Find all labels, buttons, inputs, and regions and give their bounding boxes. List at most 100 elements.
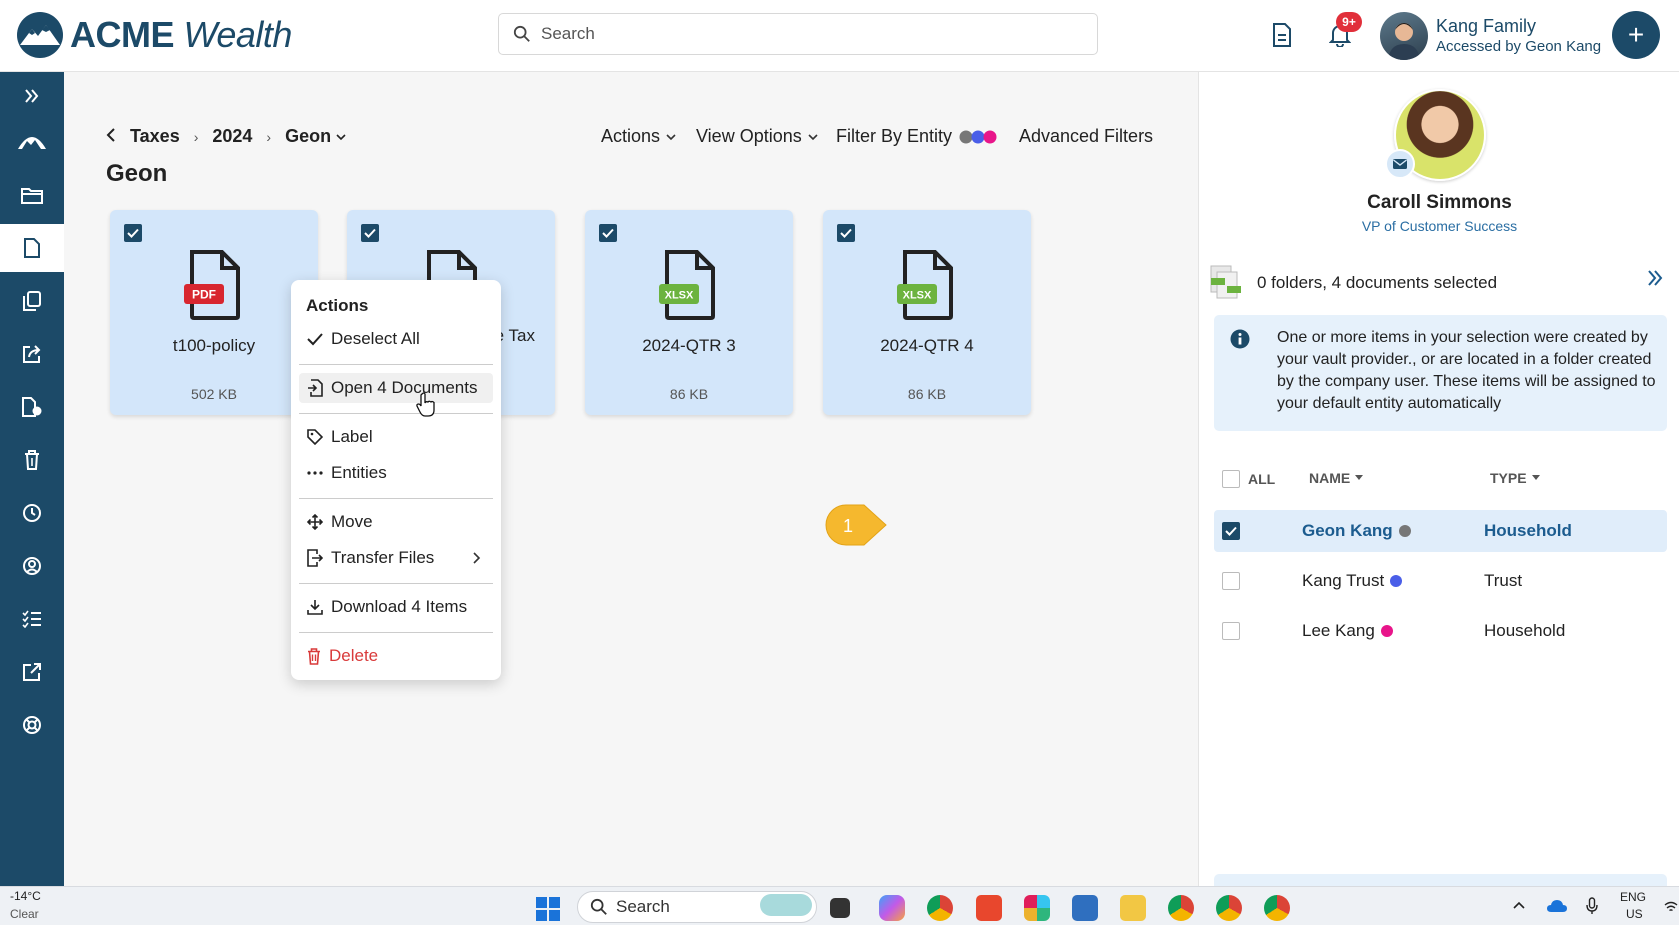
menu-item-delete[interactable]: Delete [299, 641, 493, 671]
entity-name-text: Geon Kang [1302, 521, 1393, 540]
filter-by-entity-button[interactable]: Filter By Entity [836, 126, 1002, 147]
mountain-logo-icon [17, 12, 63, 58]
app-s-red-icon[interactable] [976, 895, 1002, 921]
actions-dropdown[interactable]: Actions [601, 126, 678, 147]
advanced-filters-button[interactable]: Advanced Filters [1019, 126, 1153, 147]
history-icon[interactable] [0, 489, 64, 537]
weather-temperature[interactable]: -14°C [10, 889, 41, 903]
language-indicator[interactable]: ENG [1620, 890, 1646, 904]
entity-type: Household [1484, 621, 1566, 640]
acme-wealth-logo[interactable]: ACME Wealth [16, 12, 292, 58]
breadcrumb-separator-icon: › [266, 128, 272, 145]
document-card[interactable]: PDF t100-policy 502 KB [110, 210, 318, 415]
svg-text:XLSX: XLSX [665, 290, 694, 302]
back-chevron-icon[interactable] [106, 126, 116, 147]
wifi-icon[interactable] [1664, 901, 1678, 913]
col-all-label: ALL [1248, 471, 1276, 487]
menu-divider [299, 583, 493, 584]
menu-item-move[interactable]: Move [299, 507, 493, 537]
onedrive-icon[interactable] [1546, 899, 1568, 913]
entity-row[interactable]: Kang Trust Trust [1214, 560, 1667, 602]
download-icon [307, 600, 323, 615]
breadcrumb-2024[interactable]: 2024 [212, 126, 252, 147]
logo-bold-text: ACME [70, 14, 175, 55]
checkbox-checked[interactable] [837, 224, 855, 242]
add-button[interactable]: + [1612, 11, 1660, 59]
breadcrumb-geon-label: Geon [285, 126, 332, 146]
document-info-icon[interactable] [0, 383, 64, 431]
checkbox-checked[interactable] [361, 224, 379, 242]
move-arrows-icon [307, 514, 323, 530]
entity-row[interactable]: Lee Kang Household [1214, 610, 1667, 652]
weather-condition: Clear [10, 907, 39, 921]
search-input[interactable] [541, 24, 1061, 44]
chrome-icon[interactable] [927, 895, 953, 921]
type-column-header[interactable]: TYPE [1490, 470, 1541, 486]
copy-documents-icon[interactable] [0, 277, 64, 325]
file-explorer-icon[interactable] [1120, 895, 1146, 921]
chrome-profile-icon[interactable] [1168, 895, 1194, 921]
step-number: 1 [843, 516, 853, 536]
checkbox-checked[interactable] [124, 224, 142, 242]
chevron-right-icon [473, 552, 481, 564]
documents-icon[interactable] [1269, 22, 1295, 48]
collapse-panel-icon[interactable] [1645, 268, 1665, 288]
trash-icon[interactable] [0, 436, 64, 484]
multi-file-icon [1210, 265, 1241, 299]
support-icon[interactable] [0, 701, 64, 749]
filter-by-entity-label: Filter By Entity [836, 126, 953, 146]
checkbox-unchecked[interactable] [1222, 622, 1240, 640]
share-icon[interactable] [0, 330, 64, 378]
menu-item-deselect-all[interactable]: Deselect All [299, 324, 493, 354]
home-icon[interactable] [0, 118, 64, 166]
microphone-icon[interactable] [1586, 897, 1598, 915]
entity-row[interactable]: Geon Kang Household [1214, 510, 1667, 552]
breadcrumb-separator-icon: › [193, 128, 199, 145]
menu-item-label[interactable]: Label [299, 422, 493, 452]
checkbox-unchecked[interactable] [1222, 470, 1240, 488]
checkbox-checked[interactable] [599, 224, 617, 242]
windows-start-icon[interactable] [536, 897, 560, 921]
name-column-header[interactable]: NAME [1309, 470, 1364, 486]
slack-icon[interactable] [1024, 895, 1050, 921]
entity-name-text: Kang Trust [1302, 571, 1385, 590]
user-avatar[interactable] [1380, 12, 1428, 60]
entity-type: Household [1484, 521, 1572, 540]
menu-item-transfer-files[interactable]: Transfer Files [299, 543, 493, 573]
mail-icon[interactable] [1385, 149, 1415, 179]
breadcrumb-taxes[interactable]: Taxes [130, 126, 180, 147]
chrome-profile-v-icon[interactable] [1216, 895, 1242, 921]
folders-icon[interactable] [0, 171, 64, 219]
menu-item-download[interactable]: Download 4 Items [299, 592, 493, 622]
checkbox-checked[interactable] [1222, 522, 1240, 540]
search-icon [590, 898, 607, 915]
global-search[interactable] [498, 13, 1098, 55]
documents-main: Taxes › 2024 › Geon Actions View Options… [64, 72, 1198, 886]
menu-item-open-documents[interactable]: Open 4 Documents [299, 373, 493, 403]
view-options-dropdown[interactable]: View Options [696, 126, 820, 147]
actions-context-menu: Actions Deselect All Open 4 Documents La… [291, 280, 501, 680]
documents-nav-icon[interactable] [0, 224, 64, 272]
document-name: 2024-QTR 3 [642, 336, 736, 355]
document-card[interactable]: XLSX 2024-QTR 4 86 KB [823, 210, 1031, 415]
document-card[interactable]: XLSX 2024-QTR 3 86 KB [585, 210, 793, 415]
chrome-profile-a-icon[interactable] [1264, 895, 1290, 921]
task-view-icon[interactable] [830, 898, 850, 918]
select-all-checkbox[interactable]: ALL [1222, 470, 1275, 488]
menu-item-entities[interactable]: Entities [299, 458, 493, 488]
contacts-icon[interactable] [0, 542, 64, 590]
checkbox-unchecked[interactable] [1222, 572, 1240, 590]
chevron-up-icon[interactable] [1512, 900, 1526, 910]
advisor-title: VP of Customer Success [1361, 218, 1518, 234]
external-link-icon[interactable] [0, 648, 64, 696]
expand-sidebar-icon[interactable] [0, 72, 64, 120]
menu-item-label: Deselect All [331, 329, 420, 348]
actions-label: Actions [601, 126, 661, 146]
copilot-icon[interactable] [879, 895, 905, 921]
breadcrumb-geon[interactable]: Geon [285, 126, 346, 147]
tasks-icon[interactable] [0, 595, 64, 643]
account-name[interactable]: Kang Family [1436, 16, 1536, 37]
info-message: One or more items in your selection were… [1277, 329, 1656, 412]
app-s-blue-icon[interactable] [1072, 895, 1098, 921]
menu-item-text: Download 4 Items [331, 597, 468, 616]
